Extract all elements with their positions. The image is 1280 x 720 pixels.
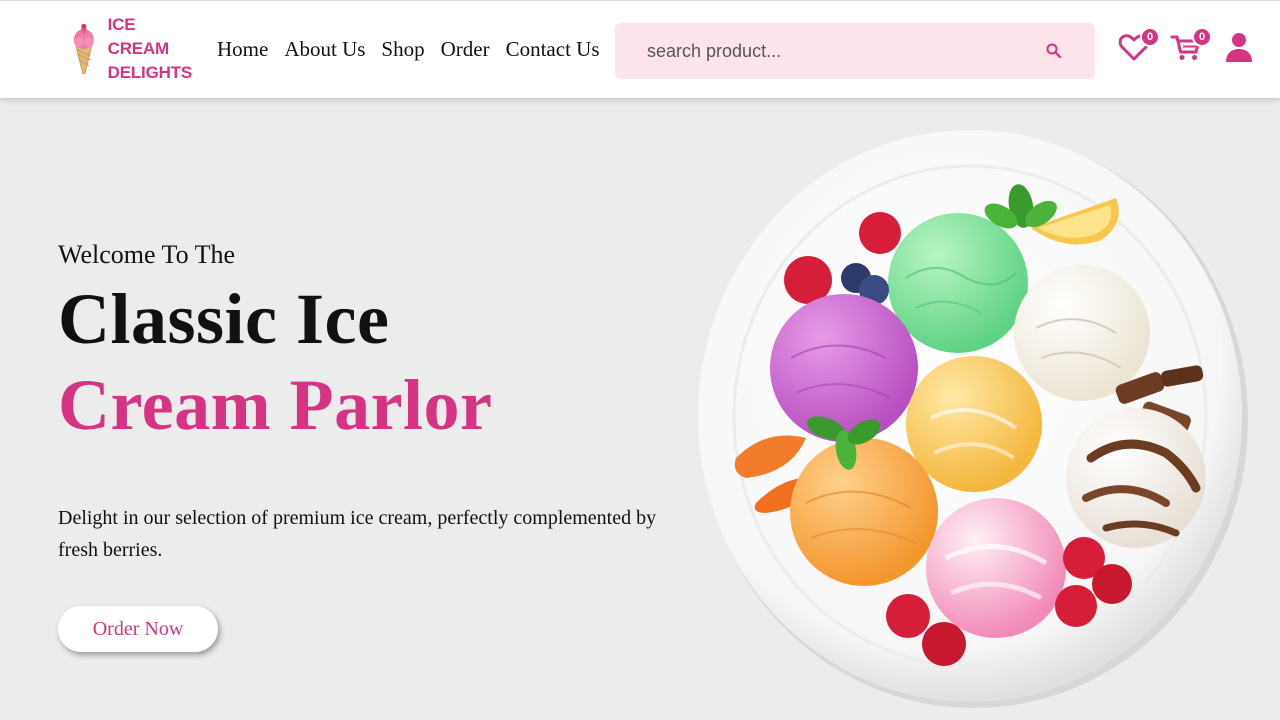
nav-home[interactable]: Home	[217, 37, 268, 62]
order-now-button[interactable]: Order Now	[58, 606, 218, 652]
logo[interactable]: ICE CREAM DELIGHTS	[70, 15, 200, 82]
main-nav: Home About Us Shop Order Contact Us	[217, 37, 600, 62]
logo-text-line2: DELIGHTS	[107, 63, 193, 82]
site-header: ICE CREAM DELIGHTS Home About Us Shop Or…	[0, 0, 1280, 98]
nav-order[interactable]: Order	[441, 37, 490, 62]
hero-description: Delight in our selection of premium ice …	[58, 507, 657, 561]
user-icon	[1226, 33, 1252, 62]
logo-text-line1: ICE CREAM	[107, 15, 170, 58]
cart-count-badge: 0	[1192, 27, 1212, 47]
search-input[interactable]	[647, 40, 1037, 62]
nav-contact-us[interactable]: Contact Us	[506, 37, 600, 62]
hero-title-line2: Cream Parlor	[58, 365, 493, 445]
wishlist-button[interactable]: 0	[1118, 27, 1160, 65]
nav-shop[interactable]: Shop	[381, 37, 424, 62]
search-icon[interactable]	[1045, 42, 1063, 60]
wishlist-count-badge: 0	[1140, 27, 1160, 47]
hero-title-line1: Classic Ice	[58, 279, 390, 359]
search-bar	[615, 23, 1095, 79]
nav-about-us[interactable]: About Us	[284, 37, 365, 62]
ice-cream-plate-image	[698, 130, 1248, 708]
ice-cream-cone-icon	[73, 23, 94, 75]
cart-button[interactable]: 0	[1170, 27, 1212, 65]
hero-welcome-text: Welcome To The	[58, 240, 236, 269]
user-account-button[interactable]	[1224, 31, 1258, 65]
